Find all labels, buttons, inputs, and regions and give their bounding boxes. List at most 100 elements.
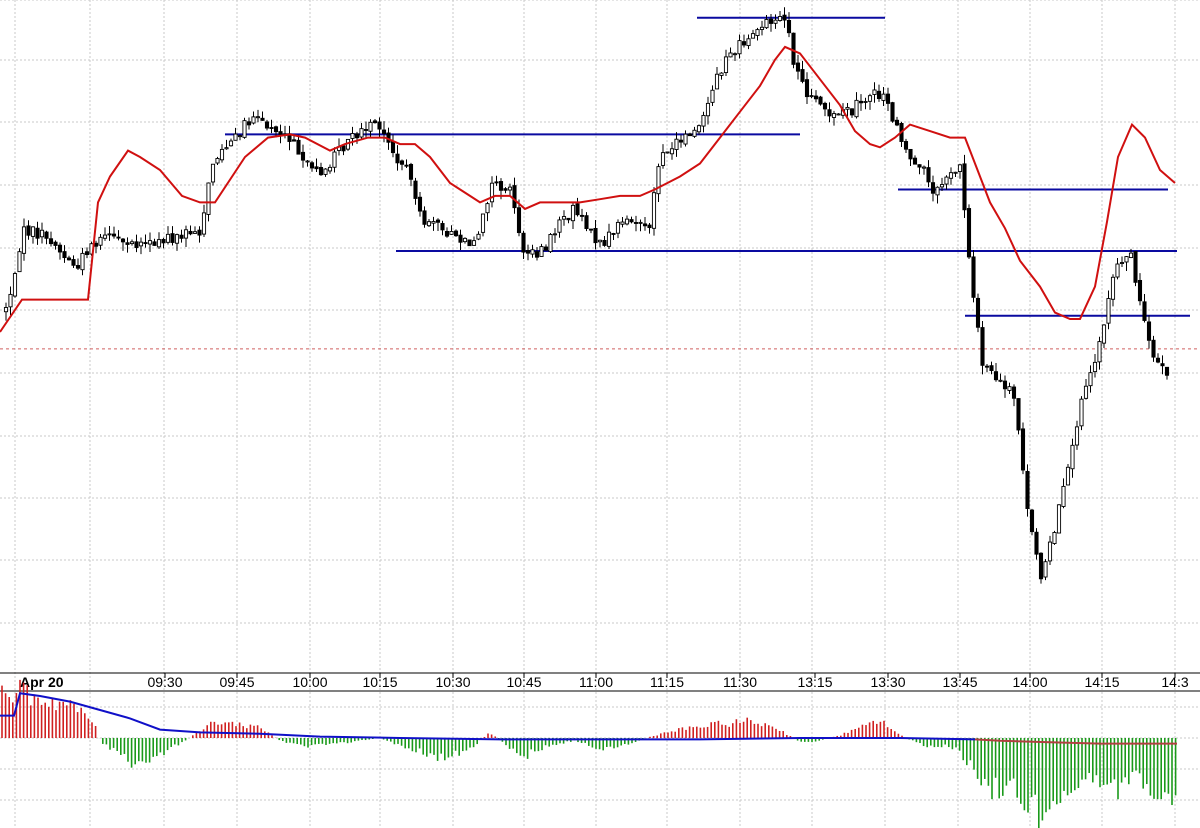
candle-body bbox=[845, 106, 850, 110]
candle-body bbox=[539, 246, 544, 257]
candle-body bbox=[39, 229, 45, 238]
candle-body bbox=[210, 163, 216, 183]
candle-body bbox=[147, 240, 153, 245]
candle-body bbox=[651, 192, 657, 229]
candle-body bbox=[368, 121, 373, 132]
candle-body bbox=[269, 127, 274, 129]
candle-body bbox=[431, 221, 436, 224]
candle-body bbox=[647, 224, 652, 229]
candle-body bbox=[638, 221, 643, 224]
candle-body bbox=[926, 167, 931, 183]
candle-body bbox=[908, 148, 913, 160]
candle-body bbox=[1079, 398, 1084, 427]
candle-body bbox=[660, 152, 666, 166]
candle-body bbox=[530, 249, 535, 255]
candle-body bbox=[737, 40, 742, 55]
candle-body bbox=[741, 41, 747, 46]
candle-body bbox=[629, 219, 634, 223]
candle bbox=[17, 248, 22, 273]
candle-body bbox=[224, 147, 229, 150]
candle-body bbox=[98, 236, 103, 246]
x-tick-label: 13:45 bbox=[942, 674, 977, 690]
candle-body bbox=[597, 239, 603, 243]
candle-body bbox=[75, 265, 81, 269]
candle-body bbox=[998, 379, 1003, 382]
candle bbox=[1020, 422, 1026, 475]
candle-body bbox=[561, 216, 567, 220]
candle-body bbox=[1025, 470, 1030, 509]
candle-body bbox=[318, 166, 324, 176]
candle bbox=[1025, 464, 1030, 517]
candle-body bbox=[192, 231, 198, 234]
candle bbox=[1029, 508, 1035, 536]
candle-body bbox=[44, 231, 49, 239]
candle-body bbox=[296, 139, 301, 155]
candle-body bbox=[35, 227, 40, 239]
candle-body bbox=[350, 133, 355, 139]
candle-body bbox=[462, 237, 468, 243]
candle-body bbox=[1164, 366, 1170, 376]
candle bbox=[548, 232, 553, 254]
candle-body bbox=[1002, 380, 1008, 390]
candle-body bbox=[1038, 552, 1044, 580]
candle-body bbox=[876, 90, 882, 100]
candle-body bbox=[1074, 426, 1080, 446]
candle-body bbox=[102, 234, 108, 239]
candle-body bbox=[503, 188, 508, 191]
candle-body bbox=[719, 72, 724, 76]
candle-body bbox=[606, 231, 612, 247]
candle-body bbox=[80, 252, 85, 271]
candle-body bbox=[1160, 363, 1165, 367]
candle-body bbox=[395, 153, 400, 164]
candle-body bbox=[813, 95, 819, 100]
candle-body bbox=[17, 251, 22, 273]
candle-body bbox=[1092, 361, 1098, 373]
candle-body bbox=[593, 227, 598, 244]
candle-body bbox=[152, 241, 157, 246]
candle-body bbox=[372, 120, 378, 124]
candle-body bbox=[989, 365, 994, 371]
candle-body bbox=[521, 232, 526, 253]
candle-body bbox=[962, 163, 967, 211]
candle-body bbox=[516, 207, 522, 234]
candle-body bbox=[809, 95, 814, 98]
candle-body bbox=[1119, 262, 1125, 264]
candle-body bbox=[377, 121, 382, 130]
candle-body bbox=[206, 182, 211, 215]
candle-body bbox=[921, 166, 927, 169]
candle-body bbox=[26, 225, 31, 236]
candle-body bbox=[615, 221, 621, 234]
candle-body bbox=[458, 234, 463, 243]
candle-body bbox=[219, 148, 225, 161]
candle-body bbox=[1155, 357, 1161, 363]
x-tick-label: 10:15 bbox=[362, 674, 397, 690]
candle-body bbox=[710, 89, 715, 103]
candle bbox=[971, 250, 976, 303]
time-axis: Apr 20 09:30 09:45 10:00 10:15 10:30 10:45 11:… bbox=[0, 672, 1200, 692]
candle-body bbox=[363, 129, 369, 131]
candle-body bbox=[723, 56, 729, 74]
candle bbox=[651, 187, 657, 236]
candle-body bbox=[1043, 561, 1048, 578]
candle-body bbox=[948, 172, 954, 179]
candle-body bbox=[480, 213, 486, 233]
candle-body bbox=[584, 215, 589, 229]
candle-body bbox=[885, 93, 891, 104]
candle-body bbox=[246, 121, 252, 126]
candle-body bbox=[242, 120, 247, 138]
candle-body bbox=[692, 129, 697, 137]
x-tick-label: 11:30 bbox=[723, 674, 757, 690]
candle-body bbox=[971, 256, 976, 298]
x-tick-label: 10:30 bbox=[435, 674, 470, 690]
candle-body bbox=[201, 212, 207, 235]
x-tick-label: 14:3 bbox=[1161, 674, 1188, 690]
x-tick-label: 13:15 bbox=[797, 674, 832, 690]
candle-body bbox=[161, 238, 166, 244]
candle bbox=[242, 117, 247, 139]
candle-body bbox=[773, 19, 778, 24]
candle-body bbox=[134, 241, 139, 249]
candle-body bbox=[129, 241, 135, 245]
candle-body bbox=[912, 157, 918, 165]
candle-body bbox=[1128, 252, 1134, 259]
candle-body bbox=[215, 158, 220, 164]
